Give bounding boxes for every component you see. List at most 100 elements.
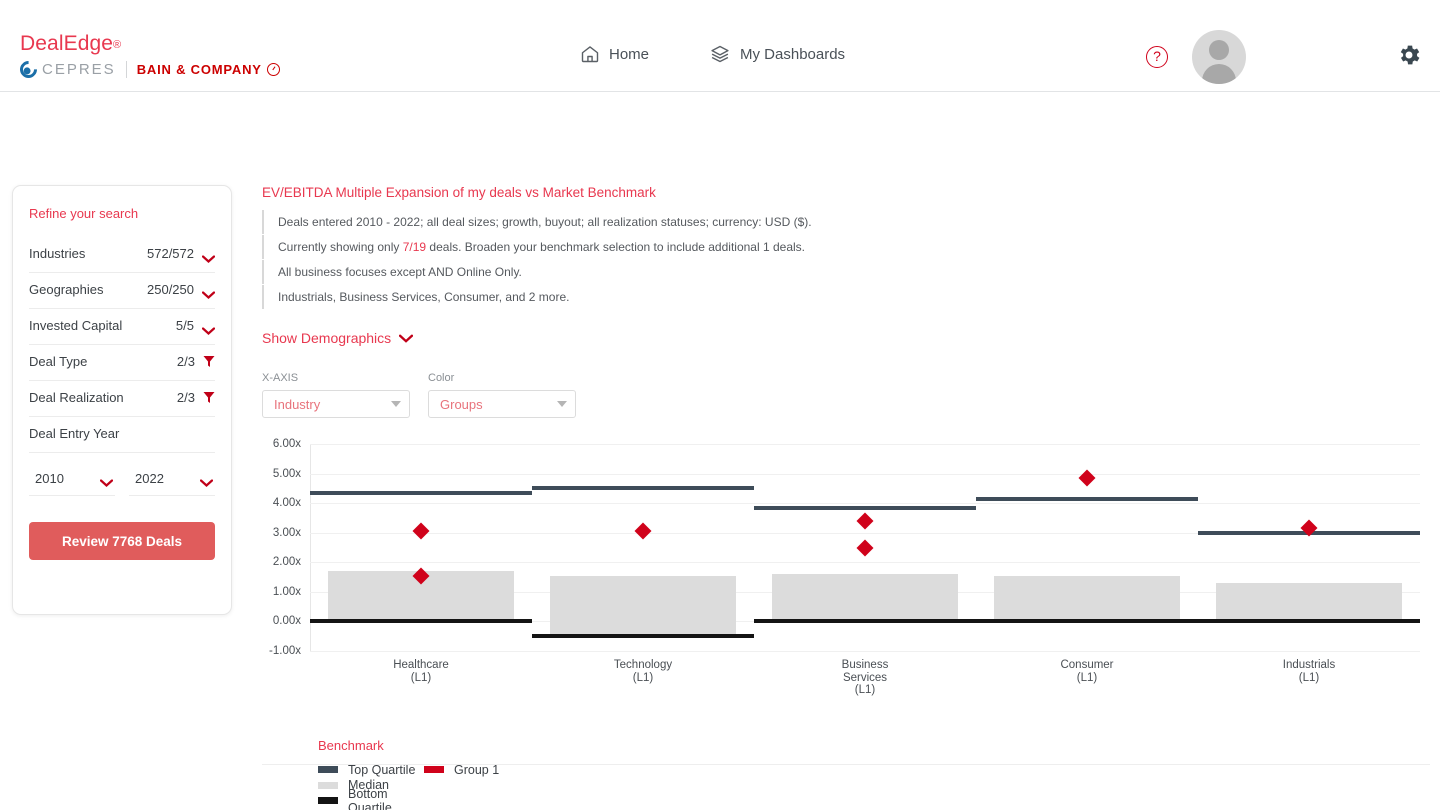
avatar[interactable]: [1192, 30, 1246, 84]
bain-label: BAIN & COMPANY: [137, 62, 262, 77]
legend-swatch: [424, 766, 444, 773]
bottom-quartile-line: [1198, 619, 1420, 623]
color-value: Groups: [440, 397, 483, 412]
group-data-point[interactable]: [413, 523, 430, 540]
chevron-down-icon[interactable]: [202, 250, 215, 258]
chart-legend: Benchmark Top Quartile Median Bottom Qua…: [318, 738, 1430, 809]
header-actions: ?: [1146, 30, 1440, 84]
chevron-down-icon[interactable]: [202, 286, 215, 294]
legend-swatch: [318, 797, 338, 804]
sidebar-filter-deal-entry-year[interactable]: Deal Entry Year: [29, 417, 215, 453]
x-axis-label-line: (L1): [976, 672, 1198, 685]
filter-label: Deal Realization: [29, 390, 124, 405]
top-quartile-line: [532, 486, 754, 490]
filter-count: 2/3: [177, 390, 195, 405]
filter-label: Invested Capital: [29, 318, 122, 333]
legend-item-bottom-quartile: Bottom Quartile: [318, 793, 424, 809]
bottom-quartile-line: [310, 619, 532, 623]
sidebar-filter-industries[interactable]: Industries 572/572: [29, 237, 215, 273]
y-axis-tick-label: 0.00x: [273, 615, 301, 627]
brand-logo[interactable]: DealEdge® CEPRES BAIN & COMPANY: [20, 32, 280, 78]
filter-note-text: Industrials, Business Services, Consumer…: [278, 290, 569, 304]
y-axis-tick-label: 1.00x: [273, 586, 301, 598]
y-axis-tick-label: 5.00x: [273, 468, 301, 480]
nav-item-my-dashboards[interactable]: My Dashboards: [709, 44, 845, 64]
color-control: Color Groups: [428, 372, 576, 418]
sidebar-filter-deal-realization[interactable]: Deal Realization 2/3: [29, 381, 215, 417]
logo-dealedge: DealEdge®: [20, 32, 280, 56]
legend-columns: Top Quartile Median Bottom Quartile Grou…: [318, 762, 1430, 809]
funnel-icon[interactable]: [203, 391, 215, 404]
app-header: DealEdge® CEPRES BAIN & COMPANY Home: [0, 0, 1440, 92]
cepres-logo-icon: [16, 57, 40, 81]
settings-gear-icon[interactable]: [1396, 42, 1422, 73]
legend-swatch: [318, 766, 338, 773]
median-box: [772, 574, 958, 621]
median-box: [550, 576, 736, 635]
y-axis-tick-label: 6.00x: [273, 438, 301, 450]
content-divider: [262, 764, 1430, 765]
x-axis-label-line: Healthcare: [310, 659, 532, 672]
chevron-down-icon: [200, 475, 213, 483]
group-data-point[interactable]: [635, 523, 652, 540]
filter-note: Deals entered 2010 - 2022; all deal size…: [262, 210, 1430, 234]
filter-label: Deal Type: [29, 354, 87, 369]
benchmark-chart: 6.00x5.00x4.00x3.00x2.00x1.00x0.00x-1.00…: [262, 436, 1430, 686]
top-quartile-line: [754, 506, 976, 510]
review-deals-button[interactable]: Review 7768 Deals: [29, 522, 215, 560]
sidebar-filter-deal-type[interactable]: Deal Type 2/3: [29, 345, 215, 381]
filter-label: Geographies: [29, 282, 103, 297]
group-data-point[interactable]: [1079, 470, 1096, 487]
year-to-select[interactable]: 2022: [129, 467, 215, 496]
help-icon[interactable]: ?: [1146, 46, 1168, 68]
legend-benchmark-column: Top Quartile Median Bottom Quartile: [318, 762, 424, 809]
filter-note: Industrials, Business Services, Consumer…: [262, 285, 1430, 309]
x-axis-category-label: Industrials(L1): [1198, 659, 1420, 684]
x-axis-label-line: Services: [754, 672, 976, 685]
chevron-down-icon[interactable]: [202, 322, 215, 330]
main-navigation: Home My Dashboards: [580, 44, 845, 64]
nav-item-home[interactable]: Home: [580, 44, 649, 64]
y-axis-tick-label: 2.00x: [273, 556, 301, 568]
group-data-point[interactable]: [857, 539, 874, 556]
funnel-icon[interactable]: [203, 355, 215, 368]
top-quartile-line: [976, 497, 1198, 501]
x-axis-label-line: Business: [754, 659, 976, 672]
show-demographics-toggle[interactable]: Show Demographics: [262, 330, 413, 346]
filter-label: Deal Entry Year: [29, 426, 119, 441]
y-axis-tick-label: 3.00x: [273, 527, 301, 539]
logo-subline: CEPRES BAIN & COMPANY: [20, 61, 280, 78]
page-title: EV/EBITDA Multiple Expansion of my deals…: [262, 185, 1430, 200]
chevron-down-icon: [391, 401, 401, 407]
x-axis-label-line: (L1): [310, 672, 532, 685]
registered-mark: ®: [113, 39, 121, 51]
chart-group: BusinessServices(L1): [754, 444, 976, 651]
page-body: Refine your search Industries 572/572 Ge…: [0, 92, 1440, 810]
chevron-down-icon: [399, 330, 413, 346]
color-select[interactable]: Groups: [428, 390, 576, 418]
refine-search-panel: Refine your search Industries 572/572 Ge…: [12, 185, 232, 615]
main-content: EV/EBITDA Multiple Expansion of my deals…: [262, 185, 1430, 809]
filter-count: 250/250: [147, 282, 194, 297]
x-axis-category-label: Healthcare(L1): [310, 659, 532, 684]
y-axis-tick-label: -1.00x: [269, 645, 301, 657]
x-axis-select[interactable]: Industry: [262, 390, 410, 418]
bottom-quartile-line: [532, 634, 754, 638]
chart-group: Industrials(L1): [1198, 444, 1420, 651]
filter-controls: 2/3: [177, 390, 215, 405]
legend-swatch: [318, 782, 338, 789]
filter-count: 5/5: [176, 318, 194, 333]
sidebar-filter-geographies[interactable]: Geographies 250/250: [29, 273, 215, 309]
x-axis-value: Industry: [274, 397, 320, 412]
logo-dealedge-text: DealEdge: [20, 32, 113, 55]
filter-note-text: Currently showing only: [278, 240, 403, 254]
group-data-point[interactable]: [857, 512, 874, 529]
bottom-quartile-line: [976, 619, 1198, 623]
sidebar-filter-invested-capital[interactable]: Invested Capital 5/5: [29, 309, 215, 345]
chevron-down-icon: [100, 475, 113, 483]
year-from-select[interactable]: 2010: [29, 467, 115, 496]
nav-label-home: Home: [609, 46, 649, 63]
chart-group: Technology(L1): [532, 444, 754, 651]
layers-icon: [709, 44, 731, 64]
color-label: Color: [428, 372, 576, 384]
